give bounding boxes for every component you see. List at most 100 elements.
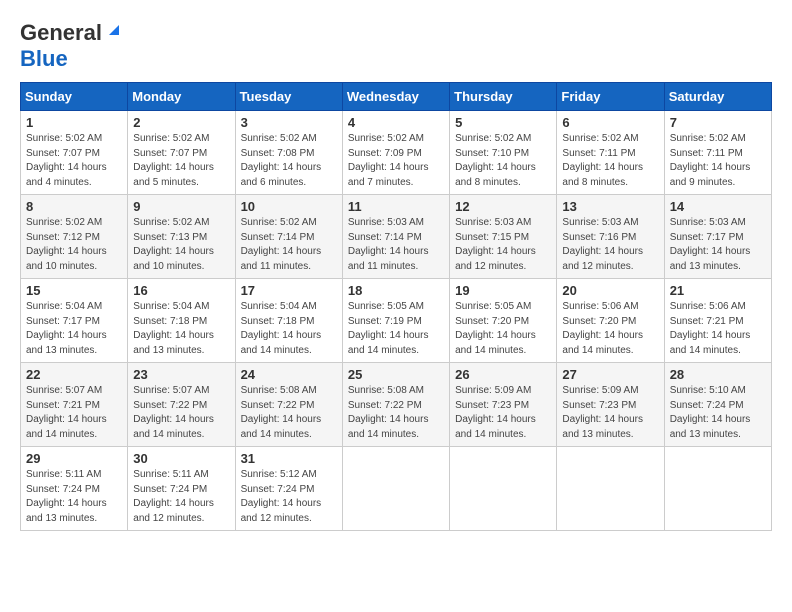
calendar-day-cell: 7 Sunrise: 5:02 AM Sunset: 7:11 PM Daylig… xyxy=(664,111,771,195)
logo-arrow-icon xyxy=(105,21,123,44)
calendar-day-cell: 8Sunrise: 5:02 AM Sunset: 7:12 PM Daylig… xyxy=(21,195,128,279)
calendar-day-cell: 28 Sunrise: 5:10 AM Sunset: 7:24 PM Dayli… xyxy=(664,363,771,447)
calendar-day-cell: 24 Sunrise: 5:08 AM Sunset: 7:22 PM Dayli… xyxy=(235,363,342,447)
day-detail: Sunrise: 5:03 AM Sunset: 7:14 PM Dayligh… xyxy=(348,216,444,274)
calendar-day-cell: 18Sunrise: 5:05 AM Sunset: 7:19 PM Dayli… xyxy=(342,279,449,363)
day-detail: Sunrise: 5:08 AM Sunset: 7:22 PM Dayligh… xyxy=(241,384,337,442)
calendar-day-cell: 4Sunrise: 5:02 AM Sunset: 7:09 PM Daylig… xyxy=(342,111,449,195)
calendar-empty-cell xyxy=(557,447,664,531)
day-detail: Sunrise: 5:03 AM Sunset: 7:16 PM Dayligh… xyxy=(562,216,658,274)
day-detail: Sunrise: 5:10 AM Sunset: 7:24 PM Dayligh… xyxy=(670,384,766,442)
page-header: General Blue xyxy=(20,20,772,72)
day-number: 2 xyxy=(133,115,229,130)
day-detail: Sunrise: 5:04 AM Sunset: 7:17 PM Dayligh… xyxy=(26,300,122,358)
day-detail: Sunrise: 5:02 AM Sunset: 7:13 PM Dayligh… xyxy=(133,216,229,274)
calendar-day-cell: 21 Sunrise: 5:06 AM Sunset: 7:21 PM Dayli… xyxy=(664,279,771,363)
day-detail: Sunrise: 5:02 AM Sunset: 7:14 PM Dayligh… xyxy=(241,216,337,274)
day-number: 16 xyxy=(133,283,229,298)
day-number: 9 xyxy=(133,199,229,214)
day-number: 27 xyxy=(562,367,658,382)
calendar-day-cell: 2 Sunrise: 5:02 AM Sunset: 7:07 PM Daylig… xyxy=(128,111,235,195)
day-number: 28 xyxy=(670,367,766,382)
day-detail: Sunrise: 5:03 AM Sunset: 7:17 PM Dayligh… xyxy=(670,216,766,274)
day-detail: Sunrise: 5:02 AM Sunset: 7:10 PM Dayligh… xyxy=(455,132,551,190)
calendar-day-cell: 20Sunrise: 5:06 AM Sunset: 7:20 PM Dayli… xyxy=(557,279,664,363)
day-detail: Sunrise: 5:05 AM Sunset: 7:20 PM Dayligh… xyxy=(455,300,551,358)
calendar-day-cell: 19 Sunrise: 5:05 AM Sunset: 7:20 PM Dayli… xyxy=(450,279,557,363)
day-detail: Sunrise: 5:12 AM Sunset: 7:24 PM Dayligh… xyxy=(241,468,337,526)
day-number: 25 xyxy=(348,367,444,382)
day-number: 3 xyxy=(241,115,337,130)
calendar-week-row: 1Sunrise: 5:02 AM Sunset: 7:07 PM Daylig… xyxy=(21,111,772,195)
calendar-day-cell: 1Sunrise: 5:02 AM Sunset: 7:07 PM Daylig… xyxy=(21,111,128,195)
day-number: 10 xyxy=(241,199,337,214)
day-number: 30 xyxy=(133,451,229,466)
calendar-header-saturday: Saturday xyxy=(664,83,771,111)
calendar-day-cell: 25Sunrise: 5:08 AM Sunset: 7:22 PM Dayli… xyxy=(342,363,449,447)
calendar-day-cell: 31 Sunrise: 5:12 AM Sunset: 7:24 PM Dayli… xyxy=(235,447,342,531)
day-number: 12 xyxy=(455,199,551,214)
day-detail: Sunrise: 5:03 AM Sunset: 7:15 PM Dayligh… xyxy=(455,216,551,274)
calendar-day-cell: 3 Sunrise: 5:02 AM Sunset: 7:08 PM Daylig… xyxy=(235,111,342,195)
calendar-header-row: SundayMondayTuesdayWednesdayThursdayFrid… xyxy=(21,83,772,111)
day-detail: Sunrise: 5:04 AM Sunset: 7:18 PM Dayligh… xyxy=(133,300,229,358)
day-number: 31 xyxy=(241,451,337,466)
calendar-day-cell: 10 Sunrise: 5:02 AM Sunset: 7:14 PM Dayli… xyxy=(235,195,342,279)
calendar-day-cell: 15 Sunrise: 5:04 AM Sunset: 7:17 PM Dayli… xyxy=(21,279,128,363)
logo-text-general: General xyxy=(20,20,102,46)
day-number: 14 xyxy=(670,199,766,214)
calendar-day-cell: 29 Sunrise: 5:11 AM Sunset: 7:24 PM Dayli… xyxy=(21,447,128,531)
day-number: 19 xyxy=(455,283,551,298)
day-detail: Sunrise: 5:02 AM Sunset: 7:11 PM Dayligh… xyxy=(562,132,658,190)
calendar-day-cell: 13 Sunrise: 5:03 AM Sunset: 7:16 PM Dayli… xyxy=(557,195,664,279)
calendar-header-friday: Friday xyxy=(557,83,664,111)
calendar-empty-cell xyxy=(342,447,449,531)
day-number: 5 xyxy=(455,115,551,130)
calendar-day-cell: 9 Sunrise: 5:02 AM Sunset: 7:13 PM Daylig… xyxy=(128,195,235,279)
calendar-day-cell: 16 Sunrise: 5:04 AM Sunset: 7:18 PM Dayli… xyxy=(128,279,235,363)
calendar-week-row: 29 Sunrise: 5:11 AM Sunset: 7:24 PM Dayli… xyxy=(21,447,772,531)
day-number: 20 xyxy=(562,283,658,298)
day-number: 4 xyxy=(348,115,444,130)
calendar-week-row: 22 Sunrise: 5:07 AM Sunset: 7:21 PM Dayli… xyxy=(21,363,772,447)
day-detail: Sunrise: 5:07 AM Sunset: 7:22 PM Dayligh… xyxy=(133,384,229,442)
calendar-day-cell: 27 Sunrise: 5:09 AM Sunset: 7:23 PM Dayli… xyxy=(557,363,664,447)
calendar-day-cell: 23 Sunrise: 5:07 AM Sunset: 7:22 PM Dayli… xyxy=(128,363,235,447)
day-number: 15 xyxy=(26,283,122,298)
calendar-day-cell: 5 Sunrise: 5:02 AM Sunset: 7:10 PM Daylig… xyxy=(450,111,557,195)
calendar-day-cell: 17 Sunrise: 5:04 AM Sunset: 7:18 PM Dayli… xyxy=(235,279,342,363)
day-number: 13 xyxy=(562,199,658,214)
day-number: 17 xyxy=(241,283,337,298)
calendar-header-sunday: Sunday xyxy=(21,83,128,111)
day-number: 23 xyxy=(133,367,229,382)
calendar-header-wednesday: Wednesday xyxy=(342,83,449,111)
day-detail: Sunrise: 5:11 AM Sunset: 7:24 PM Dayligh… xyxy=(26,468,122,526)
day-detail: Sunrise: 5:02 AM Sunset: 7:08 PM Dayligh… xyxy=(241,132,337,190)
day-number: 22 xyxy=(26,367,122,382)
logo-text-blue: Blue xyxy=(20,46,68,71)
day-number: 29 xyxy=(26,451,122,466)
calendar-header-tuesday: Tuesday xyxy=(235,83,342,111)
day-detail: Sunrise: 5:09 AM Sunset: 7:23 PM Dayligh… xyxy=(562,384,658,442)
day-detail: Sunrise: 5:04 AM Sunset: 7:18 PM Dayligh… xyxy=(241,300,337,358)
day-detail: Sunrise: 5:02 AM Sunset: 7:07 PM Dayligh… xyxy=(26,132,122,190)
day-number: 11 xyxy=(348,199,444,214)
day-number: 6 xyxy=(562,115,658,130)
day-number: 21 xyxy=(670,283,766,298)
day-detail: Sunrise: 5:02 AM Sunset: 7:11 PM Dayligh… xyxy=(670,132,766,190)
day-number: 24 xyxy=(241,367,337,382)
day-number: 18 xyxy=(348,283,444,298)
day-detail: Sunrise: 5:06 AM Sunset: 7:21 PM Dayligh… xyxy=(670,300,766,358)
calendar-day-cell: 12 Sunrise: 5:03 AM Sunset: 7:15 PM Dayli… xyxy=(450,195,557,279)
calendar-day-cell: 6 Sunrise: 5:02 AM Sunset: 7:11 PM Daylig… xyxy=(557,111,664,195)
day-detail: Sunrise: 5:07 AM Sunset: 7:21 PM Dayligh… xyxy=(26,384,122,442)
calendar-week-row: 15 Sunrise: 5:04 AM Sunset: 7:17 PM Dayli… xyxy=(21,279,772,363)
day-detail: Sunrise: 5:11 AM Sunset: 7:24 PM Dayligh… xyxy=(133,468,229,526)
day-detail: Sunrise: 5:09 AM Sunset: 7:23 PM Dayligh… xyxy=(455,384,551,442)
day-number: 7 xyxy=(670,115,766,130)
day-detail: Sunrise: 5:02 AM Sunset: 7:07 PM Dayligh… xyxy=(133,132,229,190)
calendar-day-cell: 22 Sunrise: 5:07 AM Sunset: 7:21 PM Dayli… xyxy=(21,363,128,447)
calendar-week-row: 8Sunrise: 5:02 AM Sunset: 7:12 PM Daylig… xyxy=(21,195,772,279)
calendar-day-cell: 11 Sunrise: 5:03 AM Sunset: 7:14 PM Dayli… xyxy=(342,195,449,279)
calendar-header-monday: Monday xyxy=(128,83,235,111)
